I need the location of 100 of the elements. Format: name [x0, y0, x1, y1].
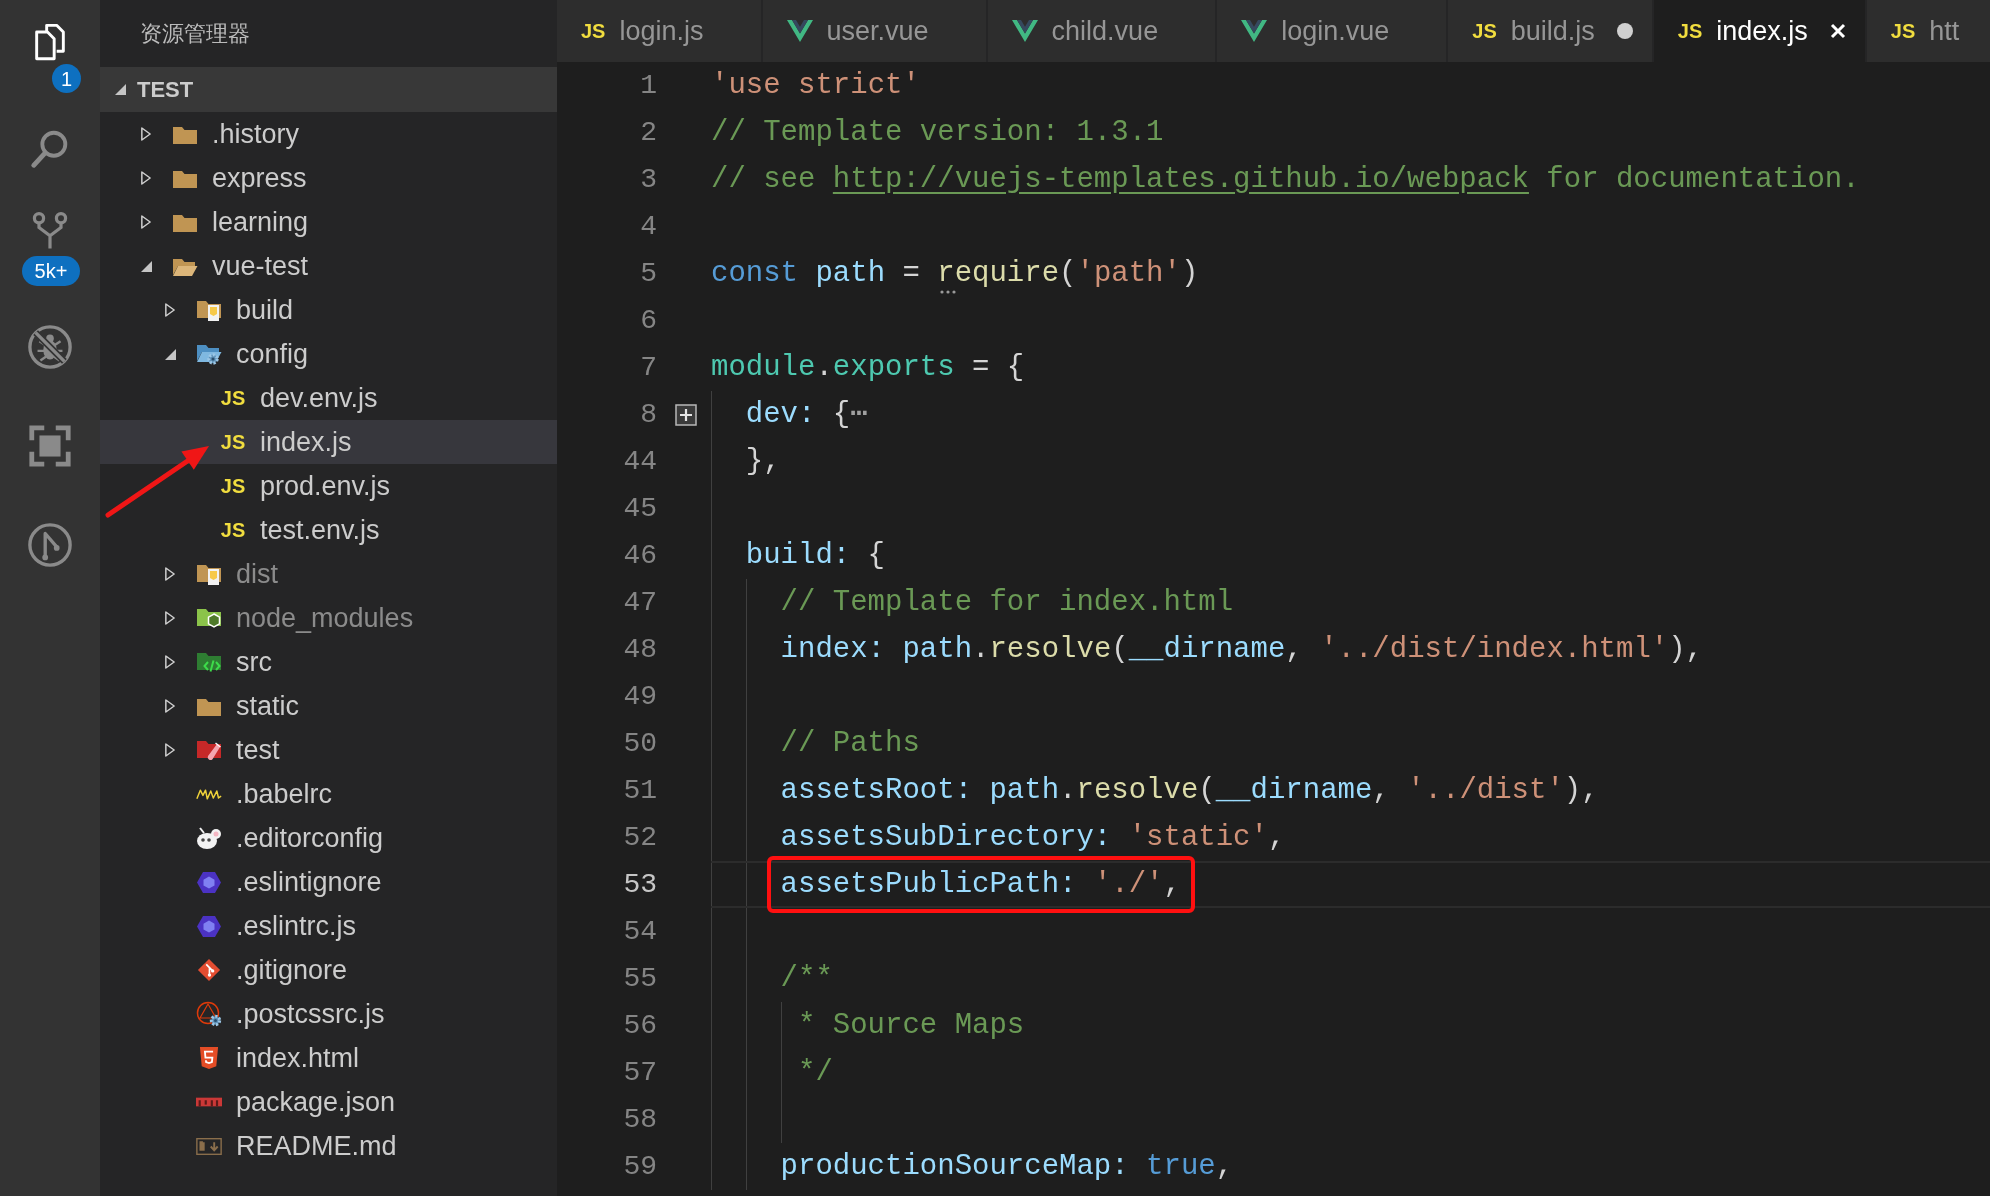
- line-number: 45: [622, 492, 658, 526]
- tree-item[interactable]: .editorconfig: [100, 816, 557, 860]
- line-number: 49: [622, 680, 658, 714]
- tree-item[interactable]: dist: [100, 552, 557, 596]
- tree-item[interactable]: JS dev.env.js: [100, 376, 557, 420]
- tree-item[interactable]: package.json: [100, 1080, 557, 1124]
- line-number: 58: [622, 1103, 658, 1137]
- tree-item[interactable]: JS prod.env.js: [100, 464, 557, 508]
- code-line: },: [745, 443, 781, 480]
- caret-right-icon[interactable]: [140, 170, 152, 186]
- section-header[interactable]: TEST: [100, 67, 557, 112]
- code-line: // see http://vuejs-templates.github.io/webpack for documentation.: [711, 161, 1860, 198]
- tree-item[interactable]: test: [100, 728, 557, 772]
- diamond-icon: [197, 958, 221, 982]
- shield-icon: [199, 1046, 219, 1070]
- editor-tab[interactable]: JS htt: [1866, 0, 1990, 62]
- count-badge: 5k+: [22, 256, 80, 286]
- caret-right-icon[interactable]: [164, 654, 176, 670]
- tree-item[interactable]: express: [100, 156, 557, 200]
- folder-code-icon: [196, 650, 222, 674]
- caret-right-icon[interactable]: [164, 302, 176, 318]
- tree-item[interactable]: .history: [100, 112, 557, 156]
- caret-right-icon[interactable]: [140, 214, 152, 230]
- tree-item[interactable]: static: [100, 684, 557, 728]
- file-type-text: JS: [220, 388, 246, 408]
- circle-branch-icon[interactable]: [27, 521, 73, 568]
- tree-item[interactable]: .eslintignore: [100, 860, 557, 904]
- caret-right-icon[interactable]: [164, 742, 176, 758]
- editor-tab[interactable]: JS build.js: [1448, 0, 1654, 62]
- line-number: 8: [639, 398, 658, 432]
- hexagon-icon: [196, 914, 222, 938]
- tree-item[interactable]: README.md: [100, 1124, 557, 1168]
- folder-paper-icon: [196, 562, 222, 586]
- line-number: 5: [639, 257, 658, 291]
- line-number: 51: [622, 774, 658, 808]
- sidebar-title: 资源管理器: [140, 20, 250, 48]
- line-number: 53: [622, 868, 658, 902]
- caret-down-icon[interactable]: [139, 259, 153, 273]
- line-number: 1: [639, 69, 658, 103]
- editor-tab[interactable]: child.vue: [987, 0, 1218, 62]
- code-line: assetsPublicPath: './',: [780, 866, 1181, 903]
- editor-tab[interactable]: login.vue: [1217, 0, 1449, 62]
- tree-item[interactable]: node_modules: [100, 596, 557, 640]
- tree-item[interactable]: index.html: [100, 1036, 557, 1080]
- expand-icon[interactable]: [674, 403, 697, 426]
- close-icon[interactable]: [1829, 23, 1846, 39]
- code-line: index: path.resolve(__dirname, '../dist/index.html'),: [780, 631, 1704, 668]
- code-line: 'use strict': [711, 67, 920, 104]
- tree-item[interactable]: learning: [100, 200, 557, 244]
- line-number: 48: [622, 633, 658, 667]
- code-line: // Template version: 1.3.1: [711, 114, 1164, 151]
- hexagon-icon: [196, 870, 222, 894]
- framed-square-icon[interactable]: [27, 422, 73, 469]
- line-number: 57: [622, 1056, 658, 1090]
- line-number: 54: [622, 915, 658, 949]
- line-number: 7: [639, 351, 658, 385]
- file-type-text: JS: [220, 476, 246, 496]
- tree-item[interactable]: vue-test: [100, 244, 557, 288]
- v-shape-icon: [786, 20, 813, 42]
- tree-item[interactable]: .eslintrc.js: [100, 904, 557, 948]
- caret-right-icon[interactable]: [164, 566, 176, 582]
- folder-hexagon-icon: [196, 606, 222, 630]
- tree-item[interactable]: src: [100, 640, 557, 684]
- folder-gear-icon: [196, 342, 222, 366]
- tree-item[interactable]: .postcssrc.js: [100, 992, 557, 1036]
- tree-item[interactable]: JS index.js: [100, 420, 557, 464]
- tree-item[interactable]: .babelrc: [100, 772, 557, 816]
- code-line: /**: [780, 960, 833, 997]
- circle-gear-icon: [196, 1001, 222, 1027]
- crossed-bug-icon[interactable]: [27, 323, 73, 370]
- tree-item[interactable]: config: [100, 332, 557, 376]
- mouse-icon: [196, 826, 222, 850]
- line-number: 59: [622, 1150, 658, 1184]
- line-number: 56: [622, 1009, 658, 1043]
- line-number: 46: [622, 539, 658, 573]
- v-shape-icon: [1241, 20, 1268, 42]
- line-number: 6: [639, 304, 658, 338]
- caret-down-icon[interactable]: [114, 83, 127, 96]
- caret-down-icon[interactable]: [163, 347, 177, 361]
- file-type-text: JS: [1677, 21, 1703, 41]
- caret-right-icon[interactable]: [140, 126, 152, 142]
- code-line: assetsRoot: path.resolve(__dirname, '../dist'),: [780, 772, 1599, 809]
- tree-item[interactable]: build: [100, 288, 557, 332]
- editor-tab[interactable]: JS index.js: [1653, 0, 1867, 62]
- editor-tab[interactable]: user.vue: [762, 0, 988, 62]
- line-number: 2: [639, 116, 658, 150]
- code-link[interactable]: http://vuejs-templates.github.io/webpack: [832, 162, 1529, 196]
- code-line: // Template for index.html: [780, 584, 1234, 621]
- tree-item[interactable]: .gitignore: [100, 948, 557, 992]
- editor-tab[interactable]: JS login.js: [557, 0, 763, 62]
- code-line: assetsSubDirectory: 'static',: [780, 819, 1286, 856]
- caret-right-icon[interactable]: [164, 610, 176, 626]
- code-line: dev: {⋯: [745, 396, 868, 433]
- unsaved-dot-icon[interactable]: [1616, 23, 1633, 39]
- file-type-text: JS: [581, 21, 606, 41]
- file-type-text: JS: [1890, 21, 1916, 41]
- caret-right-icon[interactable]: [164, 698, 176, 714]
- v-shape-icon: [1011, 20, 1038, 42]
- code-line: // Paths: [780, 725, 920, 762]
- tree-item[interactable]: JS test.env.js: [100, 508, 557, 552]
